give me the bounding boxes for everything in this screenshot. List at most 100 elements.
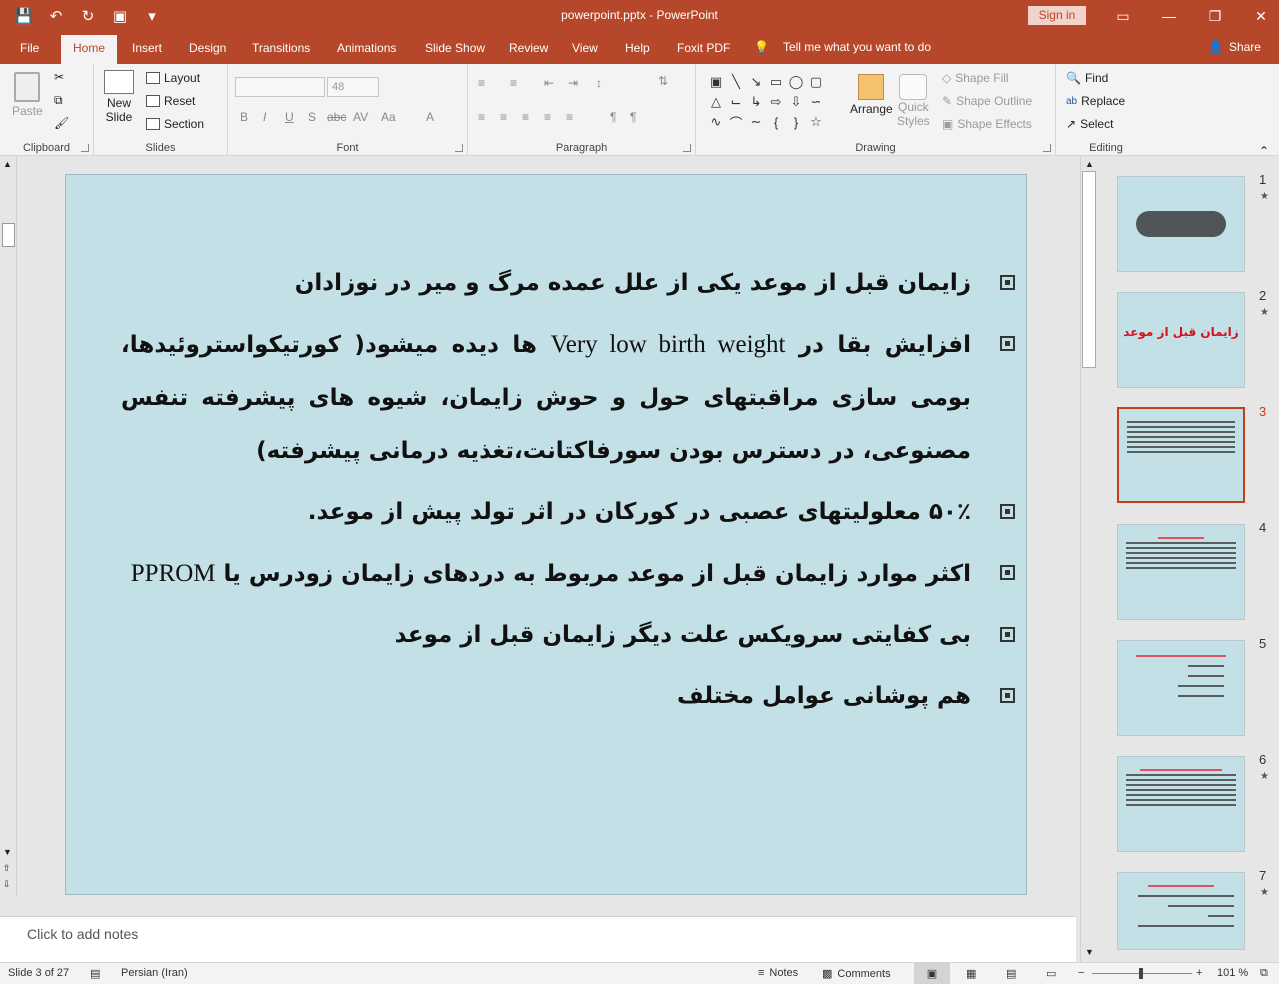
slide-thumbnail-3[interactable]: [1115, 405, 1247, 505]
shadow-button[interactable]: S: [308, 110, 316, 124]
increase-indent-icon[interactable]: ⇥: [568, 76, 578, 90]
underline-button[interactable]: U: [285, 110, 294, 124]
tab-view[interactable]: View: [572, 41, 598, 55]
strikethrough-button[interactable]: abc: [327, 110, 346, 124]
minimize-icon[interactable]: —: [1146, 0, 1192, 32]
tab-design[interactable]: Design: [189, 41, 226, 55]
zoom-level[interactable]: 101 %: [1217, 967, 1248, 979]
bullets-icon[interactable]: ≡: [478, 76, 485, 90]
tab-review[interactable]: Review: [509, 41, 548, 55]
new-slide-button[interactable]: New Slide: [104, 70, 134, 124]
paragraph-launcher-icon[interactable]: [683, 144, 691, 152]
tab-transitions[interactable]: Transitions: [252, 41, 310, 55]
oval-shape-icon[interactable]: ◯: [786, 72, 806, 92]
reading-view-icon[interactable]: ▤: [1006, 967, 1016, 980]
shapes-gallery[interactable]: ▣ ╲ ↘ ▭ ◯ ▢ △ ⌙ ↳ ⇨ ⇩ ∽ ∿ ⌒ ∼ { } ☆: [706, 72, 846, 132]
triangle-shape-icon[interactable]: △: [706, 92, 726, 112]
previous-slide-icon[interactable]: ⇧: [3, 863, 11, 874]
bold-button[interactable]: B: [240, 110, 248, 124]
change-case-icon[interactable]: Aa: [381, 110, 396, 124]
line-shape-icon[interactable]: ╲: [726, 72, 746, 92]
rectangle-shape-icon[interactable]: ▭: [766, 72, 786, 92]
clipboard-launcher-icon[interactable]: [81, 144, 89, 152]
justify-icon[interactable]: ≡: [544, 110, 551, 124]
layout-button[interactable]: Layout: [146, 71, 200, 85]
spelling-icon[interactable]: ▤: [90, 967, 100, 980]
arrange-button[interactable]: Arrange: [850, 74, 893, 116]
curved-shape-icon[interactable]: ∽: [806, 92, 826, 112]
scroll-down-icon[interactable]: ▼: [3, 847, 12, 857]
comments-button[interactable]: ▩ Comments: [822, 967, 891, 981]
elbow-connector-icon[interactable]: ⌙: [726, 92, 746, 112]
thumb-scroll-up-icon[interactable]: ▲: [1085, 159, 1094, 169]
slideshow-view-icon[interactable]: ▭: [1046, 967, 1056, 980]
right-arrow-shape-icon[interactable]: ⇨: [766, 92, 786, 112]
line-spacing-icon[interactable]: ↕: [596, 76, 602, 90]
format-painter-icon[interactable]: 🖌: [54, 116, 69, 130]
thumbnail-scroll-thumb[interactable]: [1082, 171, 1096, 368]
font-launcher-icon[interactable]: [455, 144, 463, 152]
close-icon[interactable]: ✕: [1238, 0, 1279, 32]
notes-pane[interactable]: Click to add notes: [0, 916, 1076, 962]
notes-button[interactable]: ≡ Notes: [758, 967, 798, 979]
tab-file[interactable]: File: [20, 41, 39, 55]
font-color-icon[interactable]: A: [426, 110, 434, 124]
rounded-rectangle-shape-icon[interactable]: ▢: [806, 72, 826, 92]
char-spacing-icon[interactable]: AV: [353, 110, 368, 124]
text-direction-icon[interactable]: ⇅: [658, 74, 668, 88]
curve-shape-icon[interactable]: ∼: [746, 112, 766, 132]
tab-slide-show[interactable]: Slide Show: [425, 41, 485, 55]
slide-thumbnail-2[interactable]: زایمان قبل از موعد: [1117, 292, 1245, 388]
tab-foxit-pdf[interactable]: Foxit PDF: [677, 41, 730, 55]
shape-outline-button[interactable]: ✎ Shape Outline: [942, 94, 1032, 108]
slide-thumbnail-4[interactable]: [1117, 524, 1245, 620]
collapse-ribbon-icon[interactable]: ⌃: [1259, 144, 1269, 158]
notes-placeholder[interactable]: Click to add notes: [27, 926, 138, 942]
italic-button[interactable]: I: [263, 110, 266, 124]
editor-vertical-scrollbar[interactable]: ▲ ▼ ⇧ ⇩: [0, 157, 17, 897]
tab-home[interactable]: Home: [61, 35, 118, 64]
arrow-shape-icon[interactable]: ↘: [746, 72, 766, 92]
right-brace-icon[interactable]: }: [786, 112, 806, 132]
normal-view-icon[interactable]: ▣: [914, 963, 950, 984]
zoom-in-icon[interactable]: +: [1196, 967, 1202, 979]
tab-animations[interactable]: Animations: [337, 41, 396, 55]
shape-fill-button[interactable]: ◇ Shape Fill: [942, 71, 1009, 85]
columns-icon[interactable]: ≡: [566, 110, 573, 124]
arc-shape-icon[interactable]: ⌒: [726, 112, 746, 132]
zoom-out-icon[interactable]: −: [1078, 967, 1084, 979]
paste-button[interactable]: Paste: [12, 72, 43, 118]
slide-thumbnail-7[interactable]: [1117, 872, 1245, 950]
language-indicator[interactable]: Persian (Iran): [121, 967, 188, 979]
star-shape-icon[interactable]: ☆: [806, 112, 826, 132]
left-brace-icon[interactable]: {: [766, 112, 786, 132]
sign-in-button[interactable]: Sign in: [1028, 6, 1086, 25]
next-slide-icon[interactable]: ⇩: [3, 879, 11, 890]
current-slide[interactable]: زایمان قبل از موعد یکی از علل عمده مرگ و…: [65, 174, 1027, 895]
rtl-icon[interactable]: ¶: [630, 110, 636, 124]
font-size-combo[interactable]: 48: [327, 77, 379, 97]
slide-thumbnail-1[interactable]: [1117, 176, 1245, 272]
slide-thumbnail-6[interactable]: [1117, 756, 1245, 852]
slide-thumbnail-5[interactable]: [1117, 640, 1245, 736]
zoom-slider-handle[interactable]: [1139, 968, 1143, 979]
reset-button[interactable]: Reset: [146, 94, 195, 108]
decrease-indent-icon[interactable]: ⇤: [544, 76, 554, 90]
cut-icon[interactable]: ✂: [54, 70, 64, 84]
select-button[interactable]: ↗ Select: [1066, 117, 1113, 131]
fit-to-window-icon[interactable]: ⧉: [1260, 967, 1268, 980]
copy-icon[interactable]: ⧉: [54, 93, 63, 108]
drawing-launcher-icon[interactable]: [1043, 144, 1051, 152]
elbow-arrow-icon[interactable]: ↳: [746, 92, 766, 112]
thumb-scroll-down-icon[interactable]: ▼: [1085, 947, 1094, 957]
align-left-icon[interactable]: ≡: [478, 110, 485, 124]
quick-styles-button[interactable]: Quick Styles: [897, 74, 930, 128]
restore-icon[interactable]: ❐: [1192, 0, 1238, 32]
ribbon-display-options-icon[interactable]: ▭: [1100, 0, 1146, 32]
font-name-combo[interactable]: [235, 77, 325, 97]
textbox-shape-icon[interactable]: ▣: [706, 72, 726, 92]
editor-scroll-thumb[interactable]: [2, 223, 15, 247]
tab-insert[interactable]: Insert: [132, 41, 162, 55]
slide-content-placeholder[interactable]: زایمان قبل از موعد یکی از علل عمده مرگ و…: [121, 257, 1015, 731]
section-button[interactable]: Section: [146, 117, 204, 131]
